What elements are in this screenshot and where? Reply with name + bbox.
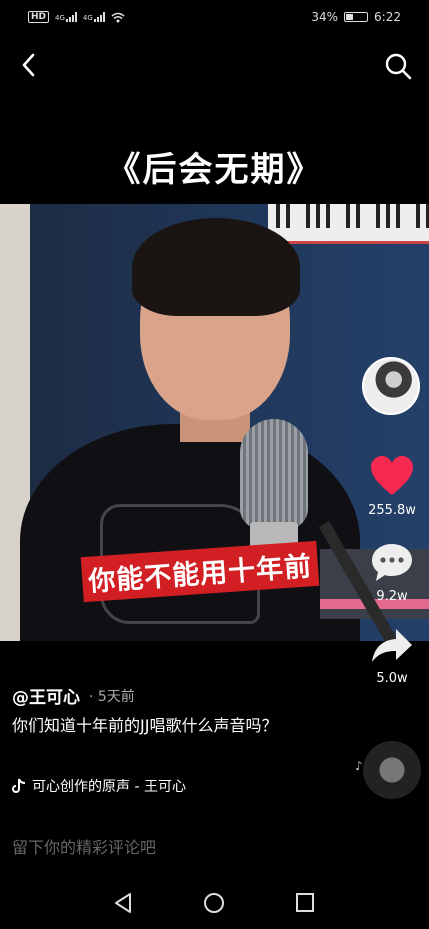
like-button[interactable]: 255.8w <box>362 455 422 518</box>
author-name[interactable]: @王可心 <box>12 683 80 708</box>
triangle-back-icon <box>115 893 131 913</box>
microphone <box>240 419 308 529</box>
chevron-left-icon <box>22 53 35 77</box>
nav-recents-button[interactable] <box>291 890 319 916</box>
signal-icon-2: 4G <box>83 12 105 22</box>
post-time: · 5天前 <box>89 689 135 705</box>
share-button[interactable]: 5.0w <box>362 627 422 686</box>
back-button[interactable] <box>14 48 44 82</box>
system-navbar <box>0 876 429 929</box>
share-count: 5.0w <box>376 671 408 686</box>
music-info[interactable]: 可心创作的原声 - 王可心 <box>12 776 186 796</box>
author-avatar[interactable] <box>362 357 420 415</box>
comment-button[interactable]: 9.2w <box>362 541 422 604</box>
share-arrow-icon <box>372 629 412 662</box>
square-recents-icon <box>296 893 314 912</box>
tiktok-note-icon <box>12 778 26 793</box>
music-note-icon: ♪ <box>355 759 363 773</box>
search-button[interactable] <box>383 50 413 82</box>
like-count: 255.8w <box>368 503 416 518</box>
battery-icon <box>344 12 369 22</box>
comment-count: 9.2w <box>376 589 408 604</box>
comment-input[interactable]: 留下你的精彩评论吧 <box>0 826 429 870</box>
video-title: 《后会无期》 <box>106 150 323 190</box>
status-icons-left: HD 4G 4G <box>28 11 125 23</box>
clock: 6:22 <box>374 10 401 24</box>
post-description: 你们知道十年前的JJ唱歌什么声音吗？ <box>12 716 278 735</box>
battery-percent: 34% <box>311 10 339 24</box>
nav-home-button[interactable] <box>200 890 228 916</box>
comment-bubble-icon <box>372 544 412 581</box>
circle-home-icon <box>204 893 224 913</box>
heart-icon <box>371 456 413 495</box>
search-icon <box>385 53 412 80</box>
status-bar: HD 4G 4G 34% 6:22 <box>0 0 429 36</box>
status-icons-right: 34% 6:22 <box>311 10 401 24</box>
music-title: 可心创作的原声 - 王可心 <box>32 779 186 795</box>
wifi-icon <box>111 12 125 22</box>
nav-back-button[interactable] <box>110 890 138 916</box>
music-disc[interactable]: ♪ <box>355 741 421 799</box>
keyboard-decor <box>268 204 429 244</box>
signal-icon-1: 4G <box>55 12 77 22</box>
hd-icon: HD <box>28 11 50 23</box>
